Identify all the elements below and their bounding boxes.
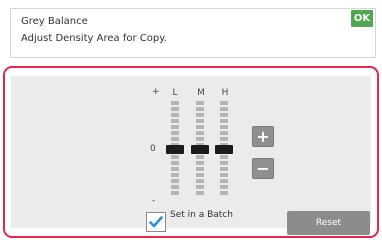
- column-label-high: H: [221, 88, 229, 98]
- slider-knob-mid[interactable]: [191, 145, 209, 154]
- instruction-text: Adjust Density Area for Copy.: [21, 33, 167, 44]
- scale-plus-label: +: [152, 87, 160, 97]
- message-area: Grey Balance Adjust Density Area for Cop…: [10, 8, 376, 58]
- batch-label: Set in a Batch: [170, 210, 233, 220]
- column-label-mid: M: [197, 88, 205, 98]
- ok-button[interactable]: OK: [351, 10, 373, 27]
- column-label-low: L: [172, 88, 178, 98]
- slider-knob-low[interactable]: [166, 145, 184, 154]
- scale-zero-label: 0: [150, 144, 156, 154]
- reset-button[interactable]: Reset: [287, 211, 370, 235]
- batch-checkbox[interactable]: [146, 212, 166, 232]
- checkmark-icon: [149, 216, 163, 228]
- slider-knob-high[interactable]: [215, 145, 233, 154]
- decrease-button[interactable]: −: [252, 158, 274, 179]
- screen-title: Grey Balance: [21, 16, 88, 27]
- scale-minus-label: -: [152, 196, 156, 206]
- increase-button[interactable]: +: [252, 126, 274, 147]
